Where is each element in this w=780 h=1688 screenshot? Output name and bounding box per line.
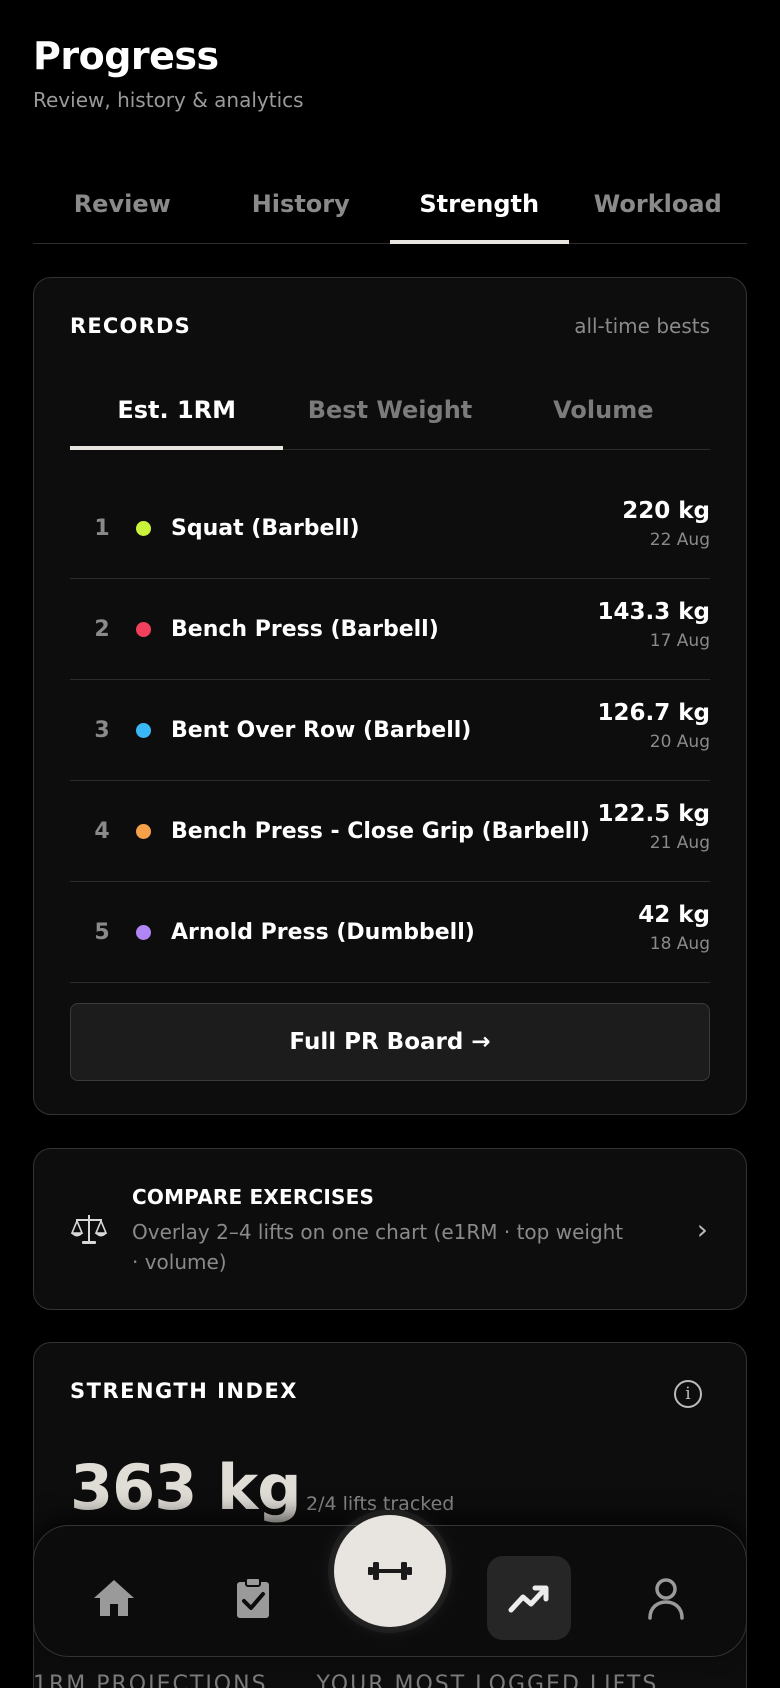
record-date: 20 Aug [649, 732, 710, 752]
subtab-est-1rm[interactable]: Est. 1RM [70, 390, 284, 450]
nav-home[interactable] [72, 1556, 156, 1640]
dumbbell-icon [368, 1562, 412, 1580]
page-header: Progress Review, history & analytics [33, 34, 304, 112]
record-date: 22 Aug [649, 530, 710, 550]
record-row[interactable]: 1 Squat (Barbell) 220 kg 22 Aug [70, 478, 710, 579]
nav-log[interactable] [211, 1556, 295, 1640]
record-weight: 143.3 kg [597, 599, 710, 625]
record-row[interactable]: 3 Bent Over Row (Barbell) 126.7 kg 20 Au… [70, 680, 710, 781]
record-exercise-name: Bent Over Row (Barbell) [171, 717, 472, 743]
records-list: 1 Squat (Barbell) 220 kg 22 Aug 2 Bench … [70, 478, 710, 983]
record-exercise-name: Bench Press - Close Grip (Barbell) [171, 818, 590, 844]
strength-index-subtext: 2/4 lifts tracked [306, 1493, 455, 1515]
profile-icon [648, 1578, 684, 1620]
record-rank: 1 [94, 515, 110, 541]
page-subtitle: Review, history & analytics [33, 88, 304, 112]
exercise-color-dot [136, 722, 151, 738]
record-date: 21 Aug [649, 833, 710, 853]
record-rank: 2 [94, 616, 110, 642]
tab-workload[interactable]: Workload [569, 178, 748, 243]
compare-title: COMPARE EXERCISES [132, 1185, 375, 1209]
clipboard-check-icon [237, 1577, 269, 1618]
section-label-1rm-projections: 1RM PROJECTIONS [33, 1672, 268, 1688]
scales-icon [70, 1215, 108, 1244]
section-label-most-logged: YOUR MOST LOGGED LIFTS [316, 1672, 659, 1688]
record-exercise-name: Squat (Barbell) [171, 515, 360, 541]
record-exercise-name: Arnold Press (Dumbbell) [171, 919, 475, 945]
records-title: RECORDS [70, 314, 191, 338]
subtab-best-weight[interactable]: Best Weight [283, 390, 496, 449]
tab-strength[interactable]: Strength [390, 178, 569, 244]
record-weight: 126.7 kg [597, 700, 710, 726]
record-date: 17 Aug [649, 631, 710, 651]
records-subtabs: Est. 1RM Best Weight Volume [70, 390, 710, 450]
record-rank: 4 [94, 818, 110, 844]
exercise-color-dot [136, 823, 151, 839]
record-weight: 122.5 kg [597, 801, 710, 827]
record-date: 18 Aug [649, 934, 710, 954]
exercise-color-dot [136, 520, 151, 536]
record-row[interactable]: 2 Bench Press (Barbell) 143.3 kg 17 Aug [70, 579, 710, 680]
compare-description: Overlay 2–4 lifts on one chart (e1RM · t… [132, 1220, 624, 1274]
record-row[interactable]: 5 Arnold Press (Dumbbell) 42 kg 18 Aug [70, 882, 710, 983]
section-labels: 1RM PROJECTIONS YOUR MOST LOGGED LIFTS [33, 1672, 658, 1688]
record-rank: 3 [94, 717, 110, 743]
exercise-color-dot [136, 924, 151, 940]
tab-history[interactable]: History [212, 178, 391, 243]
start-workout-button[interactable] [334, 1515, 446, 1627]
info-icon[interactable]: i [674, 1380, 702, 1408]
trending-up-icon [508, 1585, 549, 1613]
strength-index-value: 363 kg [70, 1451, 302, 1524]
progress-tabs: Review History Strength Workload [33, 178, 747, 244]
exercise-color-dot [136, 621, 151, 637]
record-row[interactable]: 4 Bench Press - Close Grip (Barbell) 122… [70, 781, 710, 882]
nav-profile[interactable] [624, 1556, 708, 1640]
records-card: RECORDS all-time bests Est. 1RM Best Wei… [33, 277, 747, 1115]
record-weight: 42 kg [638, 902, 710, 928]
full-pr-board-button[interactable]: Full PR Board → [70, 1003, 710, 1081]
records-scope-label: all-time bests [574, 314, 710, 338]
page-title: Progress [33, 34, 219, 78]
strength-index-title: STRENGTH INDEX [70, 1379, 298, 1403]
tab-review[interactable]: Review [33, 178, 212, 243]
nav-progress[interactable] [487, 1556, 571, 1640]
compare-exercises-card[interactable]: COMPARE EXERCISES Overlay 2–4 lifts on o… [33, 1148, 747, 1310]
record-weight: 220 kg [622, 498, 710, 524]
record-exercise-name: Bench Press (Barbell) [171, 616, 439, 642]
home-icon [94, 1580, 134, 1616]
subtab-volume[interactable]: Volume [497, 390, 710, 449]
chevron-right-icon: › [696, 1213, 708, 1246]
record-rank: 5 [94, 919, 110, 945]
